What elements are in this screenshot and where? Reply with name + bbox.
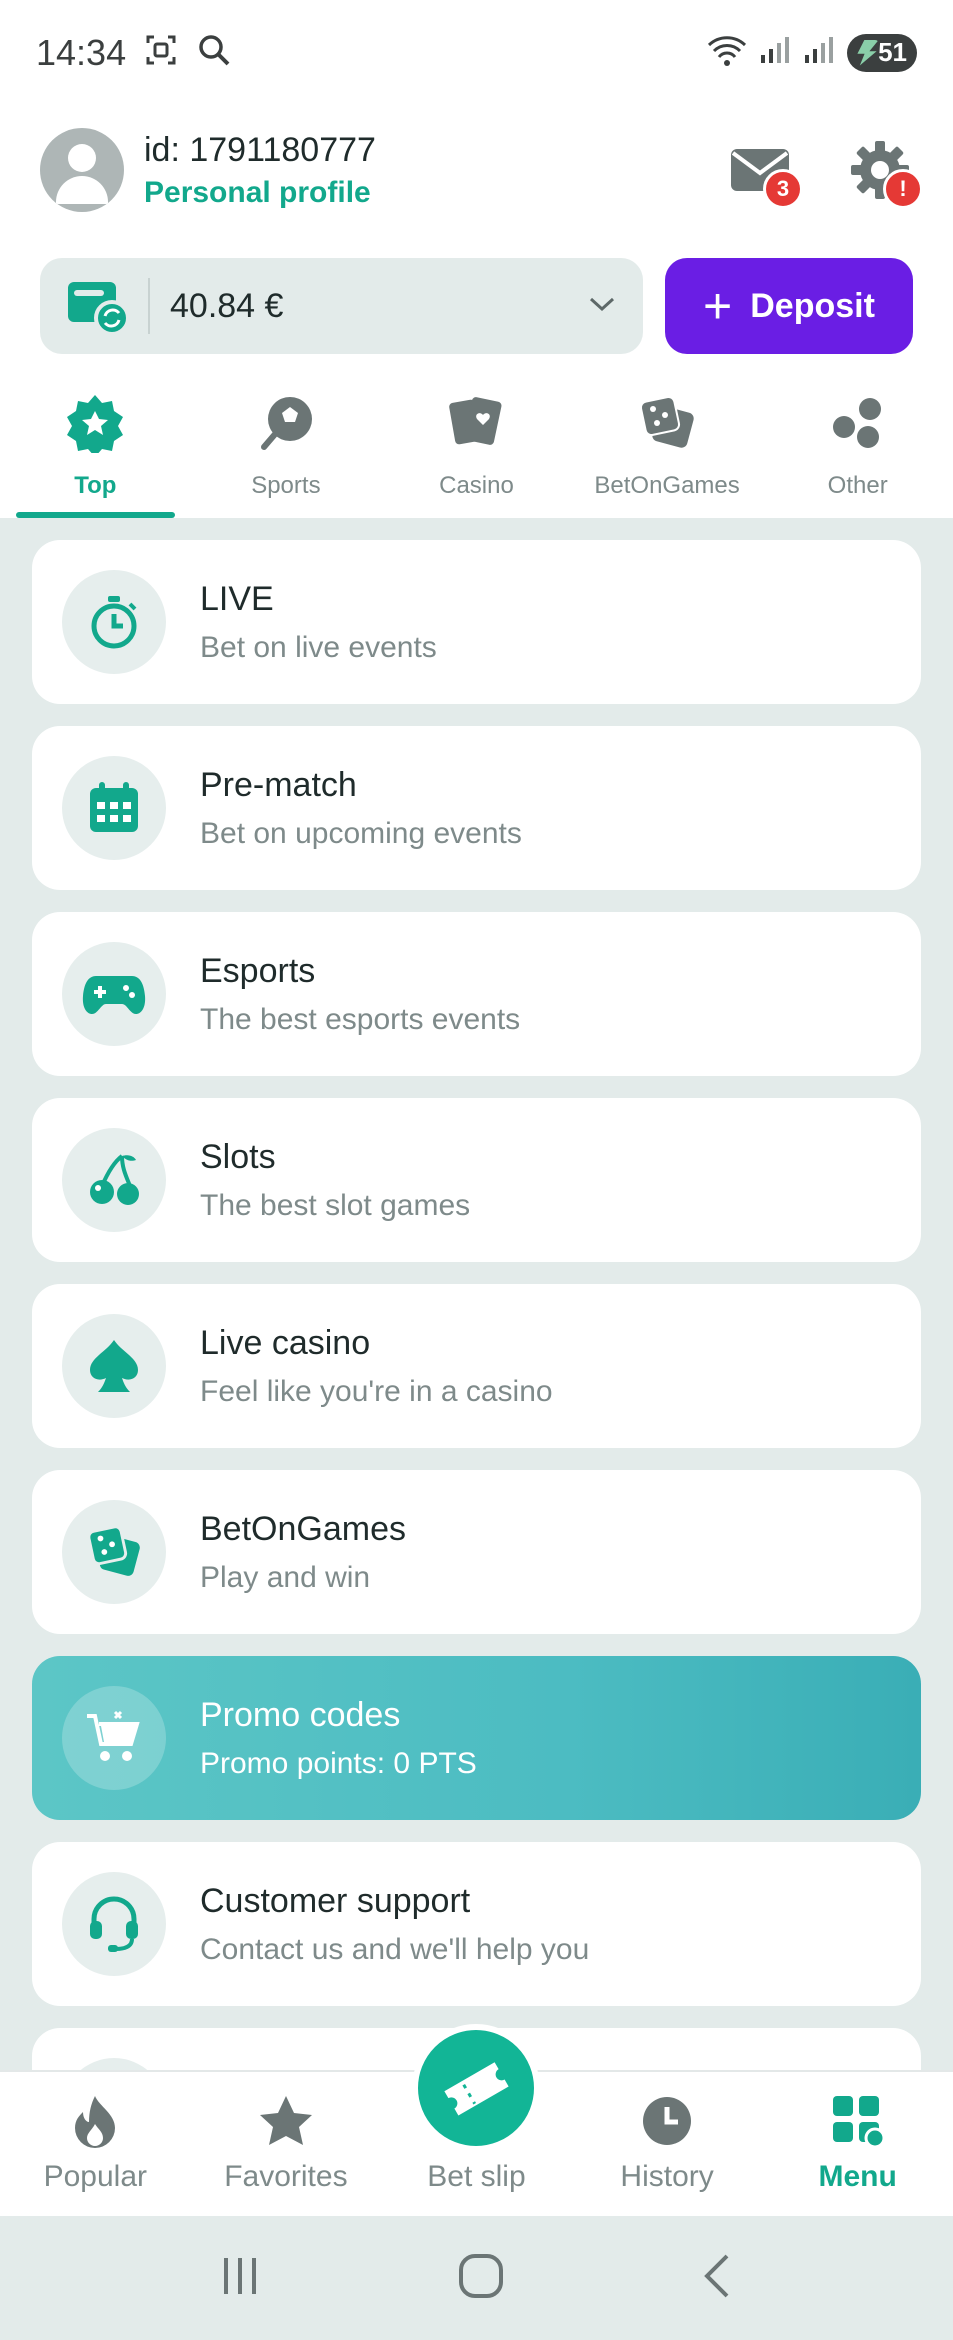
deposit-label: Deposit xyxy=(750,286,875,325)
menu-item-slots[interactable]: Slots The best slot games xyxy=(32,1098,921,1262)
nav-label: Menu xyxy=(818,2160,897,2193)
charging-icon xyxy=(857,39,879,66)
settings-button[interactable]: ! xyxy=(847,137,923,209)
signal-icon-2 xyxy=(803,35,835,70)
nav-label: Favorites xyxy=(224,2160,348,2193)
plus-icon: + xyxy=(703,278,733,334)
personal-profile-link[interactable]: Personal profile xyxy=(144,176,376,210)
mail-badge: 3 xyxy=(763,169,803,209)
dots-icon xyxy=(828,388,888,458)
profile-header: id: 1791180777 Personal profile 3 ! xyxy=(0,120,953,220)
stopwatch-icon xyxy=(62,570,166,674)
grid-icon xyxy=(831,2090,885,2152)
spade-icon xyxy=(62,1314,166,1418)
chevron-down-icon xyxy=(587,294,617,319)
balance-selector[interactable]: 40.84 € xyxy=(40,258,643,354)
menu-item-betongames[interactable]: BetOnGames Play and win xyxy=(32,1470,921,1634)
tab-other[interactable]: Other xyxy=(762,370,953,518)
menu-item-subtitle: Play and win xyxy=(200,1560,371,1594)
deposit-button[interactable]: + Deposit xyxy=(665,258,913,354)
status-time: 14:34 xyxy=(36,31,127,73)
menu-item-subtitle: Feel like you're in a casino xyxy=(200,1374,553,1408)
settings-badge: ! xyxy=(883,169,923,209)
user-id: id: 1791180777 xyxy=(144,130,376,169)
menu-item-subtitle: Promo points: 0 PTS xyxy=(200,1746,477,1780)
menu-item-subtitle: Bet on live events xyxy=(200,630,437,664)
menu-item-title: Slots xyxy=(200,1137,276,1176)
balance-row: 40.84 € + Deposit xyxy=(40,258,913,354)
menu-item-subtitle: Bet on upcoming events xyxy=(200,816,522,850)
star-badge-icon xyxy=(65,388,125,458)
menu-item-subtitle: The best esports events xyxy=(200,1002,521,1036)
status-bar: 14:34 51 xyxy=(0,0,953,105)
tab-label: Sports xyxy=(251,472,321,499)
nav-popular[interactable]: Popular xyxy=(0,2072,191,2216)
menu-item-title: Esports xyxy=(200,951,316,990)
battery-level: 51 xyxy=(878,37,907,67)
menu-item-live-casino[interactable]: Live casino Feel like you're in a casino xyxy=(32,1284,921,1448)
category-tabs: Top Sports Casino BetOnGames Other xyxy=(0,370,953,518)
home-icon[interactable] xyxy=(457,2252,505,2305)
ticket-icon xyxy=(444,2062,509,2116)
search-icon xyxy=(196,32,232,73)
soccer-ball-icon xyxy=(256,388,316,458)
tab-sports[interactable]: Sports xyxy=(191,370,382,518)
tab-label: BetOnGames xyxy=(594,472,740,499)
menu-item-title: Customer support xyxy=(200,1881,471,1920)
gamepad-icon xyxy=(62,942,166,1046)
cart-icon xyxy=(62,1686,166,1790)
tab-casino[interactable]: Casino xyxy=(381,370,572,518)
menu-item-subtitle: Contact us and we'll help you xyxy=(200,1932,590,1966)
screenshot-icon xyxy=(144,33,178,72)
wallet-icon xyxy=(66,276,130,336)
menu-item-esports[interactable]: Esports The best esports events xyxy=(32,912,921,1076)
messages-button[interactable]: 3 xyxy=(727,137,803,209)
nav-menu[interactable]: Menu xyxy=(762,2072,953,2216)
tab-label: Top xyxy=(74,472,117,499)
star-icon xyxy=(258,2090,314,2152)
recent-apps-icon[interactable] xyxy=(218,2254,262,2303)
menu-item-title: LIVE xyxy=(200,579,274,618)
nav-favorites[interactable]: Favorites xyxy=(191,2072,382,2216)
tab-betongames[interactable]: BetOnGames xyxy=(572,370,763,518)
headset-icon xyxy=(62,1872,166,1976)
signal-icon xyxy=(759,35,791,70)
menu-item-customer-support[interactable]: Customer support Contact us and we'll he… xyxy=(32,1842,921,2006)
bet-slip-button[interactable] xyxy=(412,2024,540,2152)
nav-label: Bet slip xyxy=(427,2160,526,2193)
menu-item-title: Promo codes xyxy=(200,1695,401,1734)
cards-icon xyxy=(446,388,506,458)
system-navigation xyxy=(0,2216,953,2340)
dice-icon xyxy=(62,1500,166,1604)
dice-icon xyxy=(637,388,697,458)
wifi-icon xyxy=(707,33,747,72)
battery-indicator: 51 xyxy=(847,33,917,72)
menu-item-title: Pre-match xyxy=(200,765,357,804)
tab-top[interactable]: Top xyxy=(0,370,191,518)
menu-item-title: BetOnGames xyxy=(200,1509,406,1548)
profile-info[interactable]: id: 1791180777 Personal profile xyxy=(144,131,376,210)
menu-item-live[interactable]: LIVE Bet on live events xyxy=(32,540,921,704)
menu-item-title: Live casino xyxy=(200,1323,371,1362)
cherries-icon xyxy=(62,1128,166,1232)
menu-item-subtitle: The best slot games xyxy=(200,1188,471,1222)
tab-label: Casino xyxy=(439,472,514,499)
balance-amount: 40.84 € xyxy=(170,286,284,325)
clock-icon xyxy=(641,2090,693,2152)
nav-label: Popular xyxy=(43,2160,147,2193)
nav-history[interactable]: History xyxy=(572,2072,763,2216)
avatar[interactable] xyxy=(40,128,124,212)
menu-item-prematch[interactable]: Pre-match Bet on upcoming events xyxy=(32,726,921,890)
menu-item-promo-codes[interactable]: Promo codes Promo points: 0 PTS xyxy=(32,1656,921,1820)
calendar-icon xyxy=(62,756,166,860)
back-icon[interactable] xyxy=(701,2252,735,2305)
flame-icon xyxy=(73,2090,117,2152)
menu-list: LIVE Bet on live events Pre-match Bet on… xyxy=(0,518,953,2070)
tab-label: Other xyxy=(827,472,888,499)
nav-label: History xyxy=(620,2160,714,2193)
